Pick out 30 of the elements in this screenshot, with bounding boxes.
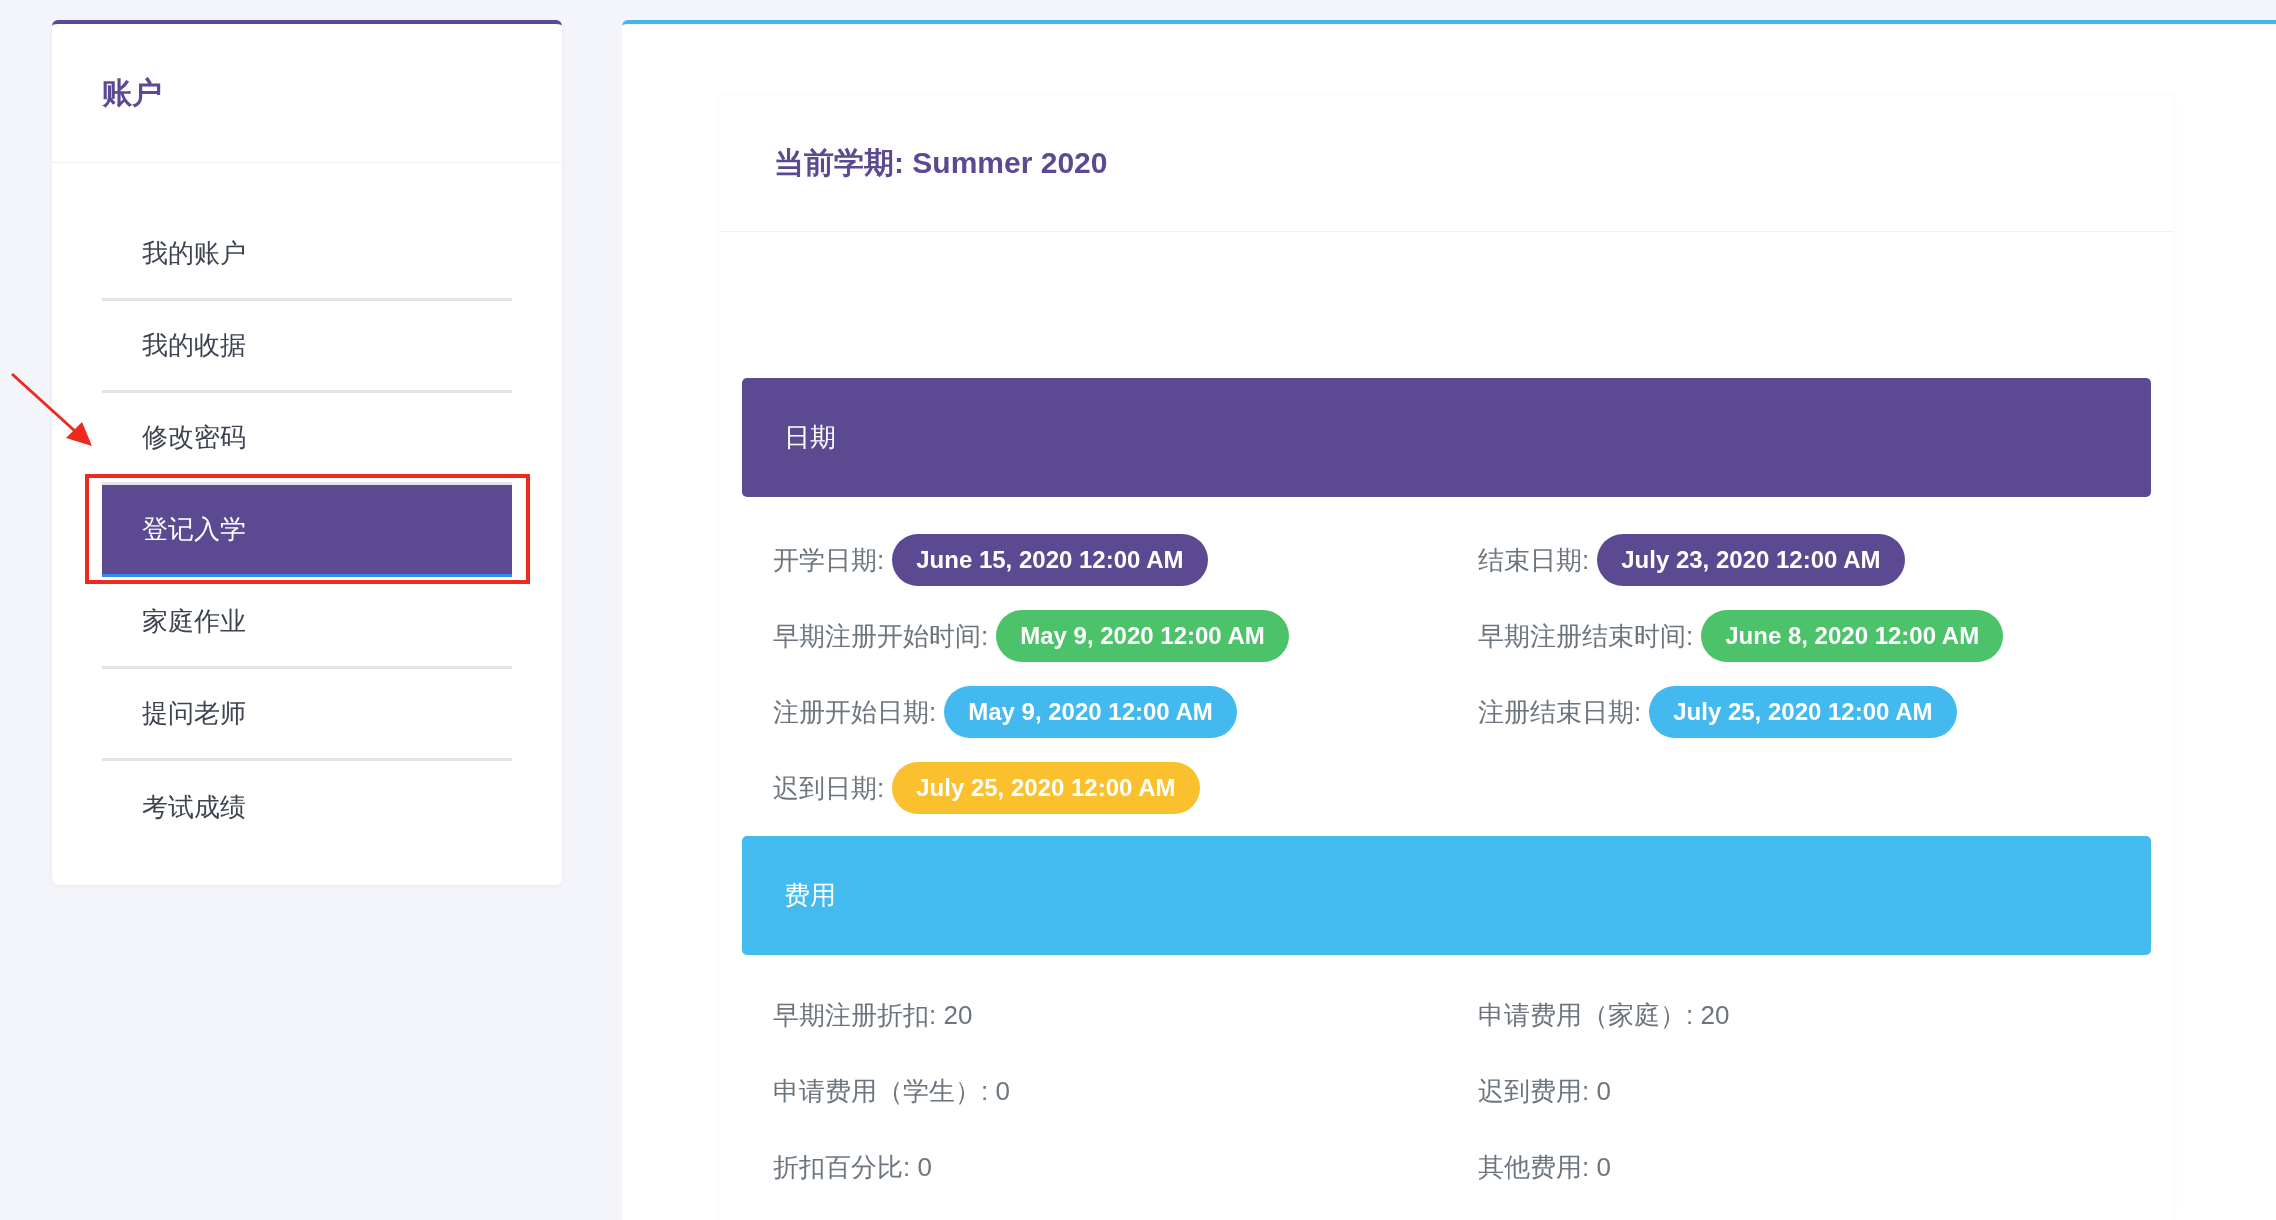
date-label: 迟到日期:: [773, 771, 885, 805]
fee-text: 折扣百分比: 0: [773, 1151, 933, 1183]
date-badge: May 9, 2020 12:00 AM: [944, 686, 1237, 738]
sidebar-item[interactable]: 提问老师: [102, 669, 512, 761]
date-label: 开学日期:: [773, 543, 885, 577]
sidebar-title: 账户: [102, 74, 162, 111]
date-label: 早期注册结束时间:: [1478, 619, 1694, 653]
sidebar-item[interactable]: 家庭作业: [102, 577, 512, 669]
section-header: 费用: [742, 836, 2151, 955]
date-badge: July 23, 2020 12:00 AM: [1597, 534, 1905, 586]
fee-text: 早期注册折扣: 20: [773, 999, 974, 1031]
section-header: 日期: [742, 378, 2151, 497]
date-badge: May 9, 2020 12:00 AM: [996, 610, 1289, 662]
date-label: 结束日期:: [1478, 543, 1590, 577]
sidebar-item[interactable]: 我的账户: [102, 209, 512, 301]
fee-text: 申请费用（学生）: 0: [773, 1075, 1011, 1107]
date-badge: June 8, 2020 12:00 AM: [1701, 610, 2004, 662]
fee-text: 迟到费用: 0: [1478, 1075, 1612, 1107]
fee-text: 申请费用（家庭）: 20: [1478, 999, 1731, 1031]
term-title: 当前学期: Summer 2020: [774, 145, 1108, 181]
date-badge: June 15, 2020 12:00 AM: [892, 534, 1208, 586]
date-badge: July 25, 2020 12:00 AM: [892, 762, 1200, 814]
date-label: 注册开始日期:: [773, 695, 937, 729]
date-badge: July 25, 2020 12:00 AM: [1649, 686, 1957, 738]
fee-text: 其他费用: 0: [1478, 1151, 1612, 1183]
date-label: 注册结束日期:: [1478, 695, 1642, 729]
sidebar-item[interactable]: 登记入学: [102, 485, 512, 577]
date-label: 早期注册开始时间:: [773, 619, 989, 653]
sidebar-item[interactable]: 我的收据: [102, 301, 512, 393]
sidebar-item[interactable]: 考试成绩: [102, 761, 512, 853]
